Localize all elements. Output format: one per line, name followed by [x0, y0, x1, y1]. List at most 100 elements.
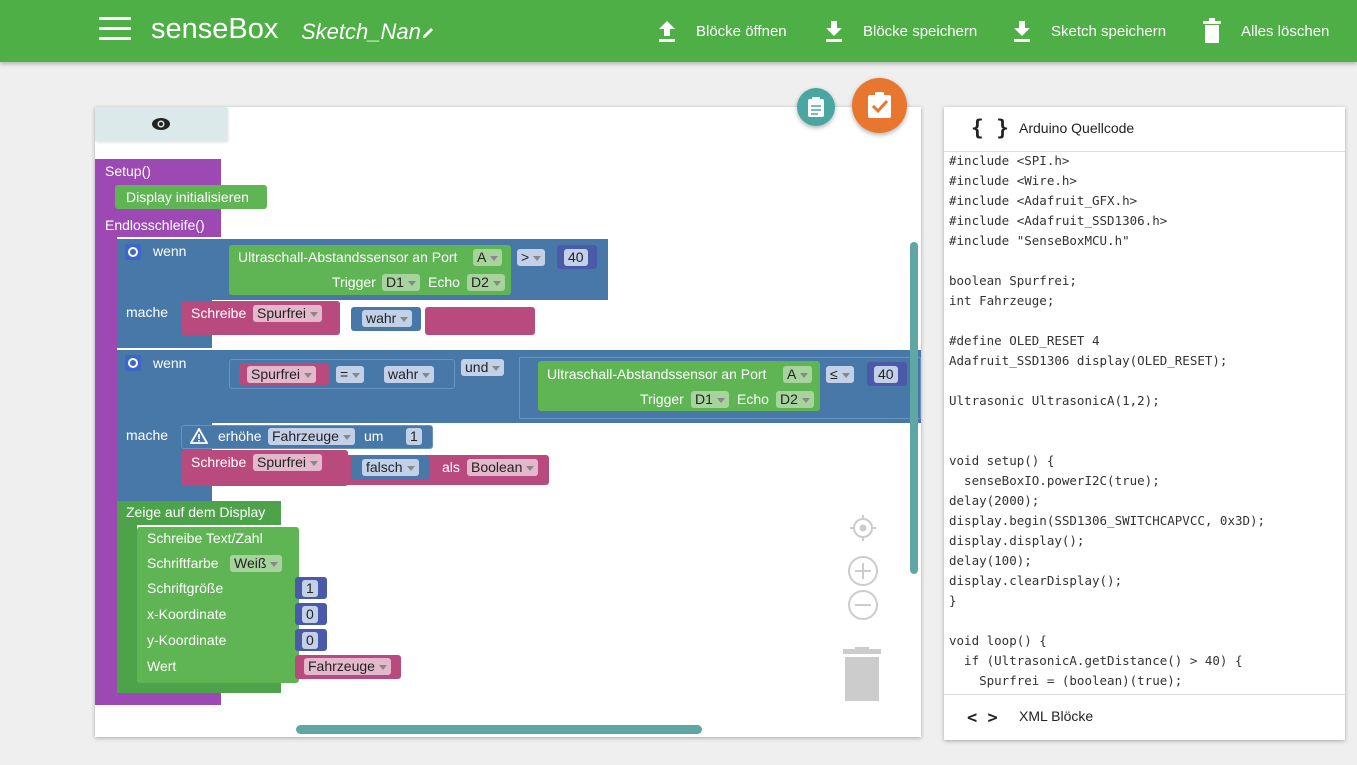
save-blocks-button[interactable]: Blöcke speichern	[823, 17, 977, 45]
clipboard-icon	[808, 97, 824, 117]
code-line: int Fahrzeuge;	[949, 293, 1055, 308]
warning-icon[interactable]	[190, 428, 208, 444]
code-line: if (UltrasonicA.getDistance() > 40) {	[949, 653, 1243, 668]
sketch-name[interactable]: Sketch_Nan	[301, 19, 421, 45]
code-line: #include <Wire.h>	[949, 173, 1077, 188]
if2-als-label: als	[442, 459, 460, 475]
if1-op-value: >	[521, 249, 530, 265]
setup-label: Setup()	[105, 163, 151, 179]
brand-title: senseBox	[151, 13, 279, 45]
horizontal-scrollbar[interactable]	[296, 725, 702, 734]
code-line: #include <Adafruit_SSD1306.h>	[949, 213, 1168, 228]
if1-wenn: wenn	[153, 243, 187, 259]
if2-inc-var-value: Fahrzeuge	[272, 428, 339, 444]
if2-und-dropdown[interactable]: und	[461, 359, 505, 376]
if1-trigger-value: D1	[386, 274, 404, 290]
code-line: #define OLED_RESET 4	[949, 333, 1100, 348]
if1-port-dropdown[interactable]: A	[473, 249, 503, 266]
if2-bool2-dropdown[interactable]: falsch	[362, 459, 419, 476]
code-line: delay(100);	[949, 553, 1032, 568]
code-line: delay(2000);	[949, 493, 1040, 508]
hamburger-menu-icon[interactable]	[99, 17, 131, 41]
zoom-out-icon[interactable]	[847, 589, 879, 621]
if2-inc-value-field[interactable]: 1	[406, 428, 422, 445]
save-blocks-label: Blöcke speichern	[863, 22, 978, 40]
save-sketch-button[interactable]: Sketch speichern	[1011, 17, 1166, 45]
if1-port-value: A	[477, 249, 487, 265]
delete-all-button[interactable]: Alles löschen	[1201, 17, 1329, 45]
top-bar: senseBox Sketch_Nan Blöcke öffnen Blöcke…	[0, 0, 1357, 62]
display-size-label: Schriftgröße	[147, 580, 224, 596]
loop-label: Endlosschleife()	[105, 217, 205, 233]
if2-bool-dropdown[interactable]: wahr	[384, 366, 435, 383]
if2-echo-dropdown[interactable]: D2	[776, 391, 814, 408]
code-body[interactable]: #include <SPI.h> #include <Wire.h> #includ…	[949, 151, 1341, 694]
if1-trigger-label: Trigger	[332, 274, 376, 290]
display-value-dropdown[interactable]: Fahrzeuge	[304, 658, 391, 675]
xml-blocks-tab[interactable]: < > XML Blöcke	[944, 694, 1345, 741]
vertical-scrollbar[interactable]	[910, 242, 918, 574]
angle-brackets-icon: < >	[967, 708, 998, 728]
blockly-workspace[interactable]: Setup() Display initialisieren Endlossch…	[95, 107, 921, 737]
display-x-label: x-Koordinate	[147, 606, 227, 622]
gear-icon[interactable]	[125, 244, 141, 260]
clipboard-button[interactable]	[797, 88, 835, 126]
trash-icon[interactable]	[840, 647, 884, 703]
open-blocks-button[interactable]: Blöcke öffnen	[656, 17, 787, 45]
if1-sensor-label: Ultraschall-Abstandssensor an Port	[238, 249, 458, 265]
if1-compare-dropdown[interactable]: >	[517, 249, 546, 266]
if2-mache: mache	[126, 427, 169, 443]
code-line: Spurfrei = (boolean)(true);	[949, 673, 1183, 688]
if1-value-field[interactable]: 40	[564, 249, 588, 266]
if2-compare-dropdown[interactable]: ≤	[826, 366, 854, 383]
if2-var-dropdown[interactable]: Spurfrei	[247, 366, 317, 383]
clipboard-check-icon	[868, 92, 891, 118]
display-value-value: Fahrzeuge	[308, 658, 375, 674]
if2-sensor-label: Ultraschall-Abstandssensor an Port	[547, 366, 767, 382]
display-color-dropdown[interactable]: Weiß	[230, 555, 283, 572]
code-line: senseBoxIO.powerI2C(true);	[949, 473, 1160, 488]
loop-block-spine	[95, 237, 117, 705]
if1-echo-label: Echo	[428, 274, 460, 290]
if2-bool-value: wahr	[388, 366, 419, 382]
if2-write-var-dropdown[interactable]: Spurfrei	[253, 454, 323, 471]
preview-toggle[interactable]	[95, 107, 227, 141]
if1-echo-dropdown[interactable]: D2	[467, 274, 505, 291]
display-x-field[interactable]: 0	[302, 606, 318, 623]
code-line: #include <SPI.h>	[949, 153, 1070, 168]
display-size-field[interactable]: 1	[302, 580, 318, 597]
xml-blocks-label: XML Blöcke	[1019, 708, 1094, 724]
compile-button[interactable]	[852, 78, 907, 133]
if1-mache: mache	[126, 304, 169, 320]
if1-echo-value: D2	[471, 274, 489, 290]
braces-icon: { }	[971, 116, 1009, 140]
if2-und-value: und	[465, 359, 489, 375]
code-panel-header[interactable]: { } Arduino Quellcode	[944, 107, 1345, 152]
if2-trigger-dropdown[interactable]: D1	[691, 391, 729, 408]
if2-eq-dropdown[interactable]: =	[336, 366, 365, 383]
type-block-1	[425, 307, 535, 335]
if2-echo-value: D2	[780, 391, 798, 407]
code-line: void loop() {	[949, 633, 1047, 648]
display-y-field[interactable]: 0	[302, 632, 318, 649]
if1-trigger-dropdown[interactable]: D1	[382, 274, 420, 291]
zoom-in-icon[interactable]	[847, 555, 879, 587]
center-target-icon[interactable]	[848, 513, 878, 543]
display-init-label: Display initialisieren	[126, 189, 249, 205]
gear-icon[interactable]	[125, 355, 141, 371]
if1-var-dropdown[interactable]: Spurfrei	[253, 305, 323, 322]
if2-type-dropdown[interactable]: Boolean	[467, 459, 539, 476]
if2-bool2-value: falsch	[366, 459, 403, 475]
if2-value-field[interactable]: 40	[874, 366, 898, 383]
if2-port-dropdown[interactable]: A	[783, 366, 813, 383]
if2-inc-var-dropdown[interactable]: Fahrzeuge	[268, 428, 355, 445]
edit-pencil-icon[interactable]	[421, 24, 437, 40]
download-icon	[826, 21, 842, 42]
if1-bool-dropdown[interactable]: wahr	[362, 310, 413, 327]
